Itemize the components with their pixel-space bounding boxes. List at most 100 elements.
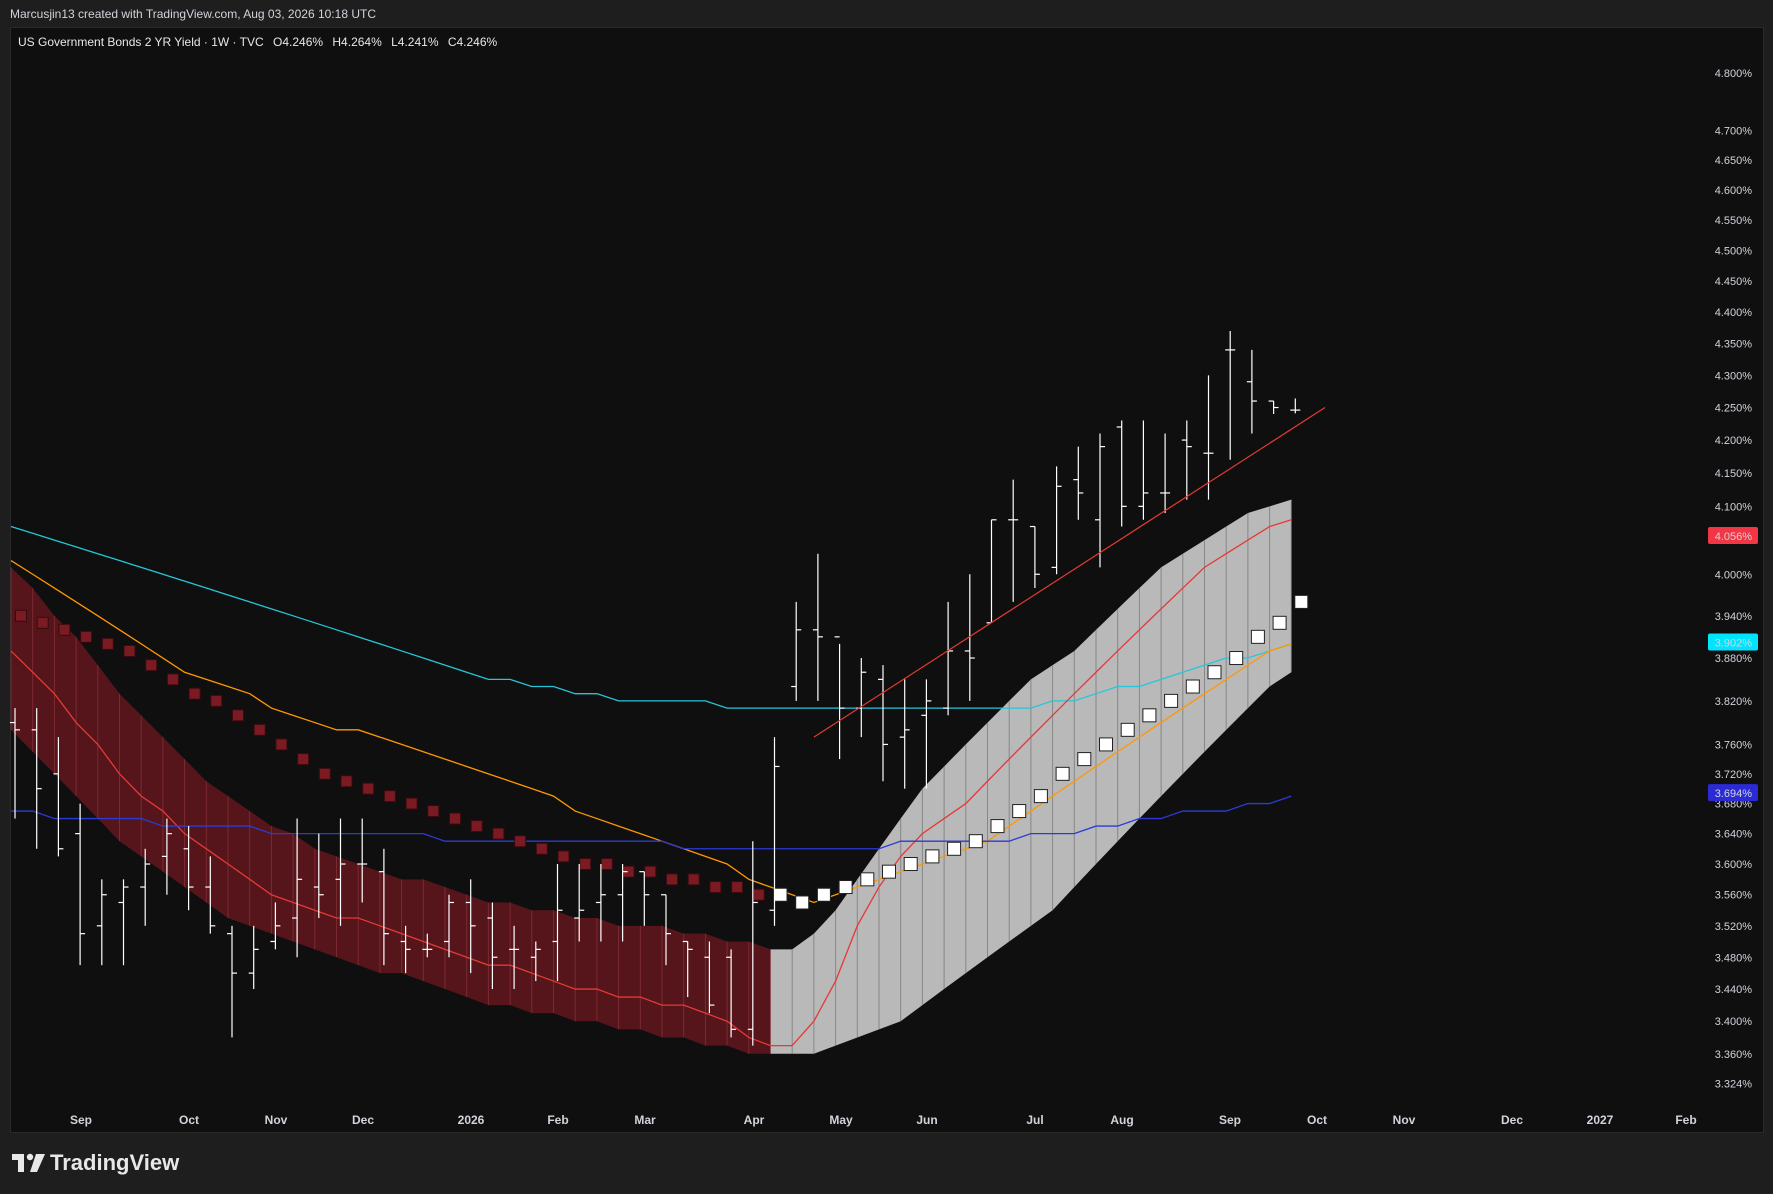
signal-square: [1272, 615, 1287, 630]
x-tick-label: Oct: [179, 1113, 199, 1127]
y-tick-label: 3.940%: [1715, 611, 1753, 623]
tradingview-logo[interactable]: TradingView: [12, 1150, 179, 1176]
price-chart[interactable]: 4.800% 4.700% 4.650% 4.600% 4.550% 4.500% 4.45…: [0, 0, 1773, 1133]
signal-square: [492, 827, 505, 840]
signal-square: [232, 709, 244, 722]
y-tick-label: 4.700%: [1715, 126, 1753, 138]
x-tick-label: Sep: [70, 1113, 92, 1127]
signal-square: [405, 797, 418, 810]
price-label: 3.902%: [1715, 637, 1753, 649]
signal-square: [297, 753, 310, 766]
signal-square: [1207, 665, 1222, 680]
signal-square: [36, 616, 49, 629]
signal-square: [275, 738, 288, 751]
signal-square: [1120, 722, 1135, 737]
signal-square: [253, 723, 266, 736]
x-tick-label: 2027: [1587, 1113, 1614, 1127]
signal-square: [1033, 789, 1048, 804]
signal-square: [101, 637, 114, 650]
tradingview-wordmark: TradingView: [50, 1150, 180, 1175]
signal-square: [80, 630, 93, 643]
y-tick-label: 4.250%: [1715, 403, 1753, 415]
signal-square: [188, 687, 201, 700]
y-tick-label: 3.640%: [1715, 829, 1753, 841]
x-tick-label: Feb: [547, 1113, 568, 1127]
signal-square: [362, 782, 375, 795]
signal-square: [795, 895, 810, 910]
tradingview-logo-icon: [12, 1153, 45, 1172]
y-tick-label: 3.760%: [1715, 739, 1753, 751]
price-label: 4.056%: [1715, 531, 1753, 543]
x-tick-label: Oct: [1307, 1113, 1327, 1127]
y-tick-label: 4.200%: [1715, 435, 1753, 447]
y-tick-label: 3.480%: [1715, 952, 1753, 964]
signal-square: [925, 849, 940, 864]
signal-square: [1294, 594, 1309, 609]
y-tick-label: 4.100%: [1715, 501, 1753, 513]
signal-square: [470, 820, 483, 833]
y-tick-label: 4.400%: [1715, 307, 1753, 319]
signal-square: [1142, 708, 1157, 723]
y-tick-label: 4.450%: [1715, 276, 1753, 288]
y-tick-label: 3.820%: [1715, 696, 1753, 708]
signal-square: [731, 881, 744, 894]
y-tick-label: 3.400%: [1715, 1016, 1753, 1028]
signal-square: [579, 858, 592, 871]
signal-square: [15, 609, 27, 622]
signal-square: [383, 790, 396, 803]
symbol-legend: US Government Bonds 2 YR Yield · 1W · TV…: [18, 35, 503, 49]
y-tick-label: 3.360%: [1715, 1049, 1753, 1061]
signal-square: [1012, 804, 1027, 819]
signal-square: [145, 659, 158, 672]
signal-square: [1185, 679, 1200, 694]
signal-square: [58, 623, 71, 636]
y-tick-label: 4.150%: [1715, 468, 1753, 480]
signal-square: [773, 887, 788, 902]
x-tick-label: Dec: [1501, 1113, 1523, 1127]
signal-square: [816, 887, 831, 902]
x-tick-label: Apr: [744, 1113, 765, 1127]
signal-square: [947, 841, 962, 856]
x-tick-label: Nov: [1393, 1113, 1416, 1127]
signal-square: [123, 644, 136, 657]
y-tick-label: 4.500%: [1715, 245, 1753, 257]
signal-square: [838, 880, 853, 895]
y-tick-label: 4.600%: [1715, 185, 1753, 197]
signal-square: [666, 873, 678, 886]
signal-square: [1099, 737, 1113, 752]
y-tick-label: 4.650%: [1715, 155, 1753, 167]
x-tick-label: Jul: [1026, 1113, 1043, 1127]
footer-bar: [0, 1133, 1773, 1194]
y-tick-label: 3.520%: [1715, 921, 1753, 933]
signal-square: [210, 694, 223, 707]
y-tick-label: 3.324%: [1715, 1078, 1753, 1090]
y-tick-label: 4.300%: [1715, 370, 1753, 382]
y-tick-label: 3.440%: [1715, 984, 1753, 996]
y-tick-label: 3.880%: [1715, 653, 1753, 665]
y-tick-label: 3.600%: [1715, 859, 1753, 871]
signal-square: [990, 819, 1005, 834]
signal-square: [882, 864, 896, 879]
legend-close: C4.246%: [447, 35, 498, 49]
plot-area: [10, 330, 1326, 1054]
signal-square: [1077, 752, 1092, 767]
signal-square: [340, 775, 353, 788]
x-tick-label: Feb: [1675, 1113, 1696, 1127]
signal-square: [687, 873, 700, 886]
signal-square: [968, 834, 983, 849]
signal-square: [903, 857, 918, 872]
signal-square: [427, 805, 440, 818]
signal-square: [752, 888, 765, 901]
x-tick-label: Nov: [265, 1113, 288, 1127]
signal-square: [1164, 693, 1179, 708]
x-tick-label: 2026: [458, 1113, 485, 1127]
signal-square: [1229, 651, 1244, 666]
x-tick-label: Jun: [916, 1113, 937, 1127]
y-tick-label: 3.560%: [1715, 890, 1753, 902]
x-tick-label: Mar: [634, 1113, 656, 1127]
price-label: 3.694%: [1715, 788, 1753, 800]
y-tick-label: 4.000%: [1715, 569, 1753, 581]
signal-square: [709, 881, 722, 894]
legend-high: H4.264%: [332, 35, 382, 49]
signal-square: [514, 835, 527, 848]
